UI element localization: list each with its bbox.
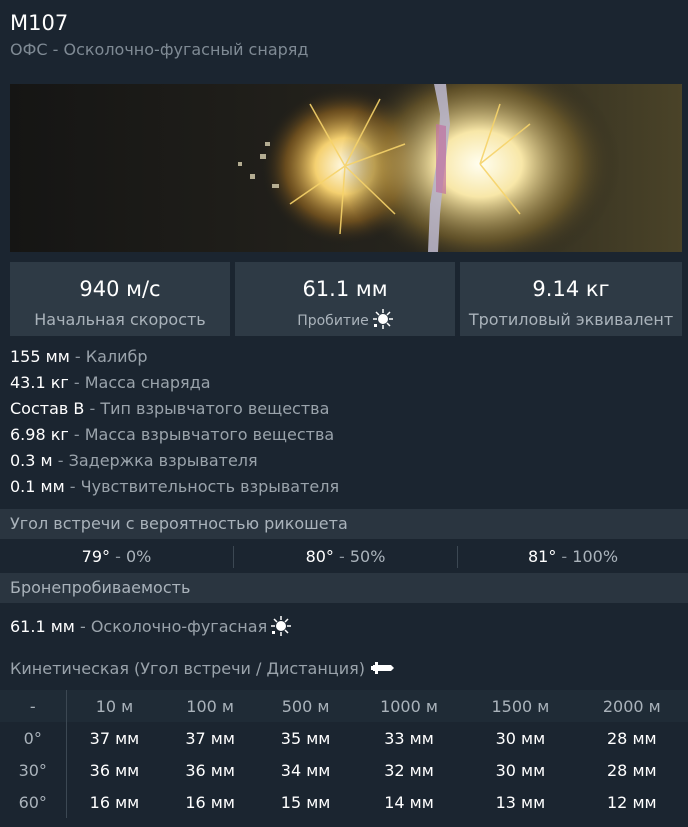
table-cell: 33 мм xyxy=(384,728,434,748)
he-penetration-row: 61.1 мм - Осколочно-фугасная xyxy=(10,614,292,640)
distance-header: 10 м xyxy=(95,696,134,716)
table-cell: 30 мм xyxy=(495,760,546,780)
ricochet-row: 79° - 0% 80° - 50% 81° - 100% xyxy=(0,541,688,573)
shell-title: M107 xyxy=(10,11,69,35)
distance-header: 1500 м xyxy=(491,696,550,716)
muzzle-velocity-card: 940 м/с Начальная скорость xyxy=(10,262,230,336)
table-row: 0° 37 мм 37 мм 35 мм 33 мм 30 мм 28 мм xyxy=(0,722,688,754)
shell-subtitle: ОФС - Осколочно-фугасный снаряд xyxy=(10,40,309,59)
property-row: 0.1 мм - Чувствительность взрывателя xyxy=(10,477,340,496)
table-cell: 36 мм xyxy=(89,760,140,780)
shell-icon xyxy=(370,659,395,677)
property-row: 155 мм - Калибр xyxy=(10,347,148,366)
table-cell: 36 мм xyxy=(185,760,235,780)
property-row: 6.98 кг - Масса взрывчатого вещества xyxy=(10,425,335,444)
table-cell: 35 мм xyxy=(280,728,331,748)
ricochet-item: 81° - 100% xyxy=(527,547,619,566)
table-row: 60° 16 мм 16 мм 15 мм 14 мм 13 мм 12 мм xyxy=(0,786,688,818)
table-cell: 28 мм xyxy=(607,760,657,780)
table-cell: 14 мм xyxy=(384,792,434,812)
table-cell: 12 мм xyxy=(607,792,657,812)
table-cell: 16 мм xyxy=(185,792,235,812)
he-burst-icon xyxy=(372,309,393,329)
kinetic-penetration-table: - 10 м 100 м 500 м 1000 м 1500 м 2000 м … xyxy=(0,690,688,818)
ricochet-item: 80° - 50% xyxy=(305,547,386,566)
stats-panel: 940 м/с Начальная скорость 61.1 мм Проби… xyxy=(10,262,682,336)
tnt-equivalent-label: Тротиловый эквивалент xyxy=(468,310,674,329)
table-cell: 37 мм xyxy=(89,728,140,748)
kinetic-title: Кинетическая (Угол встречи / Дистанция) xyxy=(10,659,365,678)
properties-list: 155 мм - Калибр 43.1 кг - Масса снаряда … xyxy=(10,345,682,501)
property-row: 43.1 кг - Масса снаряда xyxy=(10,373,211,392)
header: M107 ОФС - Осколочно-фугасный снаряд xyxy=(0,0,688,74)
penetration-value: 61.1 мм xyxy=(302,277,388,301)
angle-cell: 30° xyxy=(0,754,67,786)
table-corner: - xyxy=(0,690,67,722)
table-cell: 32 мм xyxy=(384,760,434,780)
table-row: 30° 36 мм 36 мм 34 мм 32 мм 30 мм 28 мм xyxy=(0,754,688,786)
ricochet-item: 79° - 0% xyxy=(81,547,152,566)
penetration-label: Пробитие xyxy=(297,313,369,329)
ricochet-section-title: Угол встречи с вероятностью рикошета xyxy=(0,509,688,539)
distance-header: 2000 м xyxy=(602,696,661,716)
table-header-row: - 10 м 100 м 500 м 1000 м 1500 м 2000 м xyxy=(0,690,688,722)
property-row: 0.3 м - Задержка взрывателя xyxy=(10,451,258,470)
distance-header: 500 м xyxy=(281,696,330,716)
property-row: Состав B - Тип взрывчатого вещества xyxy=(10,399,330,418)
he-burst-icon xyxy=(271,616,292,636)
table-cell: 34 мм xyxy=(280,760,331,780)
tnt-equivalent-value: 9.14 кг xyxy=(532,277,610,301)
distance-header: 1000 м xyxy=(380,696,438,716)
table-cell: 16 мм xyxy=(89,792,140,812)
shell-impact-image xyxy=(10,84,682,252)
muzzle-velocity-label: Начальная скорость xyxy=(34,310,206,329)
table-cell: 13 мм xyxy=(495,792,546,812)
angle-cell: 0° xyxy=(0,722,67,754)
penetration-card: 61.1 мм Пробитие xyxy=(235,262,455,336)
tnt-equivalent-card: 9.14 кг Тротиловый эквивалент xyxy=(460,262,682,336)
distance-header: 100 м xyxy=(186,696,234,716)
angle-cell: 60° xyxy=(0,786,67,818)
table-cell: 37 мм xyxy=(185,728,235,748)
armor-section-title: Бронепробиваемость xyxy=(0,573,688,603)
table-cell: 28 мм xyxy=(607,728,657,748)
table-cell: 15 мм xyxy=(280,792,331,812)
muzzle-velocity-value: 940 м/с xyxy=(79,277,161,301)
penetration-label-row: Пробитие xyxy=(235,308,455,333)
kinetic-title-row: Кинетическая (Угол встречи / Дистанция) xyxy=(10,656,395,682)
table-cell: 30 мм xyxy=(495,728,546,748)
